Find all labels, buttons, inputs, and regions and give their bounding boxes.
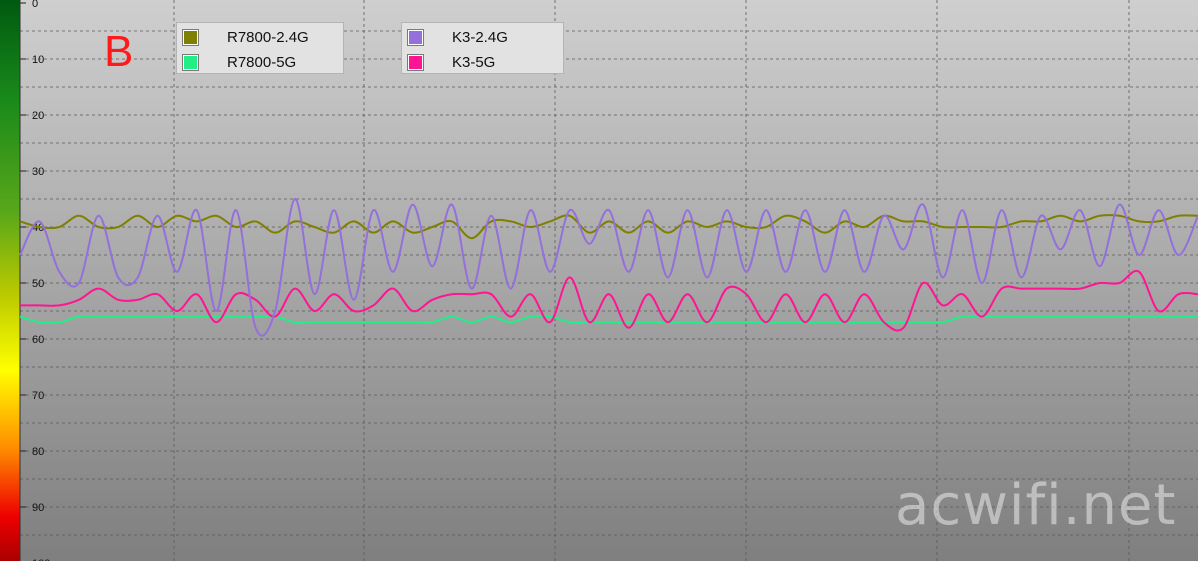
- y-axis-color-scale: [0, 0, 20, 561]
- y-tick-label: 30: [32, 166, 44, 178]
- legend-swatch: [407, 54, 424, 71]
- y-tick-label: 50: [32, 278, 44, 290]
- legend-item: R7800-5G: [177, 51, 345, 73]
- y-tick-label: 90: [32, 502, 44, 514]
- legend-swatch: [182, 29, 199, 46]
- legend-label: K3-5G: [452, 54, 496, 71]
- legend-r7800: R7800-2.4G R7800-5G: [176, 22, 344, 74]
- legend-item: K3-2.4G: [402, 26, 565, 48]
- legend-item: K3-5G: [402, 51, 565, 73]
- y-tick-label: 0: [32, 0, 38, 10]
- y-tick-label: 10: [32, 54, 44, 66]
- legend-label: R7800-2.4G: [227, 29, 309, 46]
- legend-swatch: [407, 29, 424, 46]
- legend-k3: K3-2.4G K3-5G: [401, 22, 564, 74]
- chart: 0102030405060708090100 B R7800-2.4G R780…: [0, 0, 1198, 561]
- legend-label: K3-2.4G: [452, 29, 508, 46]
- y-tick-label: 20: [32, 110, 44, 122]
- legend-item: R7800-2.4G: [177, 26, 345, 48]
- annotation-letter: B: [104, 27, 134, 76]
- legend-swatch: [182, 54, 199, 71]
- y-tick-label: 80: [32, 446, 44, 458]
- legend-label: R7800-5G: [227, 54, 297, 71]
- y-tick-label: 60: [32, 334, 44, 346]
- watermark: acwifi.net: [895, 473, 1177, 538]
- y-tick-label: 70: [32, 390, 44, 402]
